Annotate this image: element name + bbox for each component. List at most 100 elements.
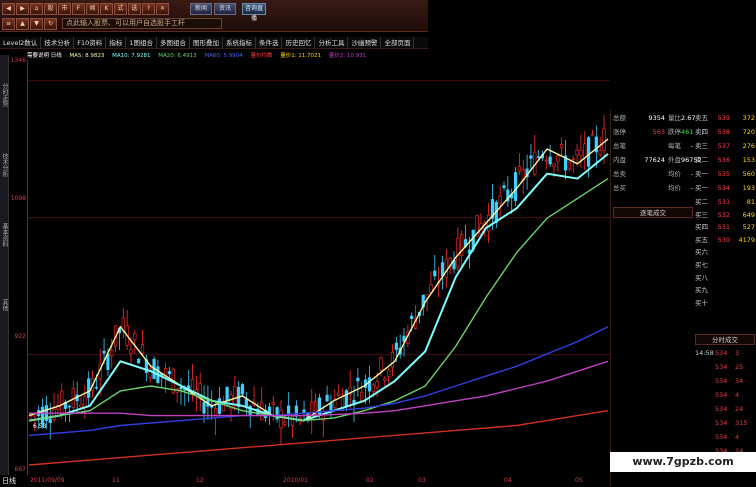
trade-price: 534	[715, 419, 728, 427]
date-tick: 02	[366, 477, 374, 484]
orderbook-row: 买十	[611, 297, 756, 309]
candle-body	[279, 410, 283, 429]
option-icon[interactable]: 选	[128, 3, 141, 15]
period-label[interactable]: 日线	[2, 476, 16, 486]
menu-item[interactable]: Level2数认	[0, 37, 42, 49]
candle-body	[498, 195, 502, 204]
refresh-icon[interactable]: ↻	[44, 18, 57, 30]
side-tabs: 分时走势 技术分析 基本资料 其他	[0, 55, 9, 475]
orderbook-label: 买三	[695, 210, 708, 219]
search-input[interactable]: 点此输入股票、可以用户自选股手工杆	[62, 18, 222, 29]
menu-item[interactable]: 1图组合	[126, 37, 157, 49]
exit-icon[interactable]: ✕	[156, 3, 169, 15]
quote-value: 77624	[644, 156, 665, 164]
menu-item[interactable]: 历史回忆	[282, 37, 316, 49]
trade-row: 534 315	[695, 418, 756, 429]
candle-body	[390, 351, 395, 368]
orderbook-row: 买八	[611, 272, 756, 284]
menu-item[interactable]: 多图组合	[157, 37, 190, 49]
orderbook-label: 买七	[695, 261, 708, 269]
formula-icon[interactable]: 式	[114, 3, 127, 15]
vol-label: 量价均数	[250, 53, 273, 59]
menu-item[interactable]: 全部页面	[381, 37, 415, 49]
up-icon[interactable]: ▲	[16, 18, 29, 30]
menu-item[interactable]: 技术分析	[41, 37, 75, 49]
side-tab[interactable]: 其他	[0, 285, 9, 325]
candle-body	[598, 150, 602, 155]
quote-label: 外盘	[668, 156, 681, 164]
trade-volume: 315	[735, 419, 748, 427]
time-trade-button[interactable]: 分时成交	[695, 334, 755, 345]
orderbook-row: 买九	[611, 284, 756, 296]
candle-body	[287, 405, 291, 416]
trade-price: 534	[715, 433, 728, 441]
candle-body	[560, 144, 564, 149]
quote-row: 涨停 563 跌停 461 卖四 538 720	[611, 126, 756, 138]
menu-item[interactable]: 系统指标	[223, 37, 256, 49]
orderbook-volume: 560	[742, 170, 755, 178]
orderbook-label: 卖三	[695, 142, 708, 150]
menu-item[interactable]: 条件选	[256, 37, 283, 49]
candle-body	[579, 150, 583, 157]
candle-body	[502, 185, 506, 189]
quote-label: 内盘	[613, 156, 626, 164]
candle-body	[590, 133, 595, 136]
side-tab[interactable]: 基本资料	[0, 205, 9, 265]
trade-row: 14:58 534 3	[695, 348, 756, 359]
candle-body	[487, 214, 491, 232]
orderbook-row: 买五 530 4179	[611, 234, 756, 246]
date-axis: 日线 2011/09/09 11 12 2010/01 02 03 04 05	[0, 476, 610, 487]
orderbook-price: 539	[717, 114, 730, 122]
news-icon[interactable]: 闻	[86, 3, 99, 15]
quote-value: -	[690, 170, 693, 178]
side-tab[interactable]: 技术分析	[0, 135, 9, 195]
menu-icon[interactable]: ≡	[2, 18, 15, 30]
quote-value: -	[690, 184, 693, 192]
stock-icon[interactable]: 股	[44, 3, 57, 15]
candle-body	[337, 392, 341, 396]
f10-icon[interactable]: F	[72, 3, 85, 15]
menu-item[interactable]: F10资料	[74, 37, 107, 49]
trade-volume: 3	[735, 349, 740, 357]
market-icon[interactable]: 市	[58, 3, 71, 15]
orderbook-row: 买二 533 81	[611, 196, 756, 208]
title-area	[428, 0, 756, 32]
down-icon[interactable]: ▼	[30, 18, 43, 30]
orderbook-volume: 649	[742, 210, 755, 219]
price-tick: 1346	[10, 57, 26, 64]
kline-icon[interactable]: K	[100, 3, 113, 15]
candle-body	[394, 342, 398, 350]
info-button[interactable]: 资讯	[214, 3, 236, 15]
candle-body	[444, 258, 448, 278]
help-icon[interactable]: ?	[142, 3, 155, 15]
candle-body	[79, 403, 83, 408]
orderbook-row: 买三 532 649	[611, 209, 756, 221]
menu-item[interactable]: 分析工具	[315, 37, 349, 49]
candle-body	[387, 369, 391, 377]
live-button[interactable]: 咨询直播	[242, 3, 266, 22]
forward-icon[interactable]: ▶	[16, 3, 29, 15]
menu-item[interactable]: 沙幽预警	[348, 37, 382, 49]
trade-price: 534	[715, 377, 728, 385]
date-tick: 12	[196, 477, 204, 484]
trade-price: 534	[715, 405, 728, 413]
orderbook-price: 535	[717, 170, 730, 178]
quote-label: 量比	[668, 114, 681, 122]
candle-body	[587, 137, 591, 167]
news-button[interactable]: 新闻	[190, 3, 212, 15]
orderbook-label: 买四	[695, 223, 708, 232]
menu-item[interactable]: 指标	[106, 37, 127, 49]
quote-label: 涨停	[613, 128, 626, 136]
quote-row: 总笔 每笔 - 卖三 537 276	[611, 140, 756, 152]
home-icon[interactable]: ⌂	[30, 3, 43, 15]
orderbook-price: 530	[717, 235, 730, 244]
candle-body	[379, 357, 383, 371]
candle-body	[240, 384, 245, 395]
menu-item[interactable]: 图形叠加	[190, 37, 223, 49]
candle-body	[52, 409, 56, 420]
indicator-title: 需要说明 日线	[27, 53, 62, 59]
back-icon[interactable]: ◀	[2, 3, 15, 15]
side-tab[interactable]: 分时走势	[0, 65, 9, 125]
quote-value: -	[690, 142, 693, 150]
kline-chart[interactable]: 6.58	[27, 60, 610, 475]
